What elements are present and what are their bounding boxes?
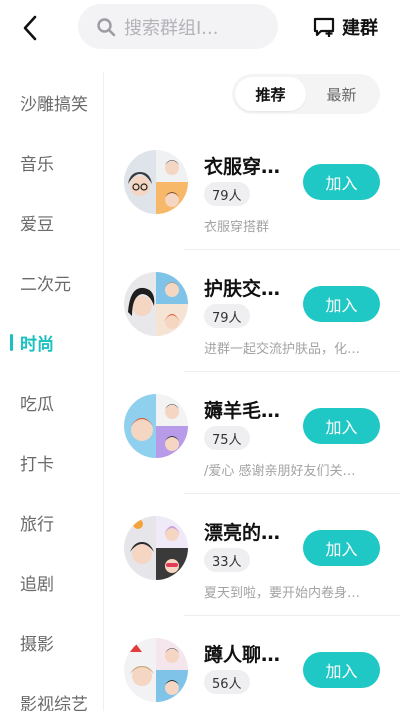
sidebar-item-anime[interactable]: 二次元 <box>0 252 103 312</box>
sidebar-item-label: 音乐 <box>20 154 54 175</box>
group-name: 蹲人聊… <box>204 644 281 666</box>
create-group-label: 建群 <box>342 18 378 39</box>
list-item[interactable]: 薅羊毛… 75人 /爱心 感谢亲朋好友们关… 加入 <box>104 372 400 494</box>
header: 搜索群组I... 建群 <box>0 0 400 56</box>
search-input[interactable]: 搜索群组I... <box>78 4 278 49</box>
sidebar-item-label: 摄影 <box>20 634 54 655</box>
join-button[interactable]: 加入 <box>303 286 380 322</box>
list-item[interactable]: 护肤交… 79人 进群一起交流护肤品，化… 加入 <box>104 250 400 372</box>
sidebar-item-label: 旅行 <box>20 514 54 535</box>
join-button[interactable]: 加入 <box>303 408 380 444</box>
sidebar-item-drama[interactable]: 追剧 <box>0 552 103 612</box>
sidebar-item-label: 影视综艺 <box>20 694 88 711</box>
list-item[interactable]: 漂亮的… 33人 夏天到啦，要开始内卷身… 加入 <box>104 494 400 616</box>
group-avatar <box>124 394 188 458</box>
group-avatar <box>124 516 188 580</box>
sidebar-item-funny[interactable]: 沙雕搞笑 <box>0 72 103 132</box>
list-item[interactable]: 衣服穿… 79人 衣服穿搭群 加入 <box>104 128 400 250</box>
member-count-badge: 79人 <box>204 304 250 328</box>
group-name: 衣服穿… <box>204 156 281 178</box>
search-icon <box>97 17 116 36</box>
chevron-left-icon <box>23 15 37 41</box>
sidebar-item-checkin[interactable]: 打卡 <box>0 432 103 492</box>
sidebar-item-gossip[interactable]: 吃瓜 <box>0 372 103 432</box>
sidebar-item-label: 二次元 <box>20 274 71 295</box>
sidebar-item-variety[interactable]: 影视综艺 <box>0 672 103 711</box>
list-item[interactable]: 蹲人聊… 56人 加入 <box>104 616 400 711</box>
join-button[interactable]: 加入 <box>303 530 380 566</box>
sidebar-item-fashion[interactable]: 时尚 <box>0 312 103 372</box>
sidebar-item-label: 爱豆 <box>20 214 54 235</box>
member-count-badge: 33人 <box>204 548 250 572</box>
member-count-badge: 56人 <box>204 670 250 694</box>
back-button[interactable] <box>14 12 46 44</box>
group-list: 衣服穿… 79人 衣服穿搭群 加入 护肤交… 79人 进群一起交流护肤品，化… … <box>104 128 400 711</box>
group-description: 夏天到啦，要开始内卷身… <box>204 586 361 601</box>
sidebar-item-music[interactable]: 音乐 <box>0 132 103 192</box>
member-count-badge: 79人 <box>204 182 250 206</box>
join-button[interactable]: 加入 <box>303 164 380 200</box>
group-description: /爱心 感谢亲朋好友们关… <box>204 464 356 479</box>
group-avatar <box>124 638 188 702</box>
sort-toggle: 推荐 最新 <box>232 74 380 114</box>
member-count-badge: 75人 <box>204 426 250 450</box>
group-avatar <box>124 272 188 336</box>
sidebar-item-label: 打卡 <box>20 454 54 475</box>
group-name: 薅羊毛… <box>204 400 281 422</box>
join-button[interactable]: 加入 <box>303 652 380 688</box>
sidebar-item-label: 时尚 <box>20 334 54 355</box>
search-placeholder: 搜索群组I... <box>124 17 219 39</box>
add-chat-icon <box>313 17 335 37</box>
sidebar-item-label: 追剧 <box>20 574 54 595</box>
sidebar-item-label: 吃瓜 <box>20 394 54 415</box>
sidebar-item-idol[interactable]: 爱豆 <box>0 192 103 252</box>
group-description: 进群一起交流护肤品，化… <box>204 342 361 357</box>
group-name: 护肤交… <box>204 278 281 300</box>
create-group-button[interactable]: 建群 <box>312 13 378 41</box>
sidebar-item-travel[interactable]: 旅行 <box>0 492 103 552</box>
group-avatar <box>124 150 188 214</box>
group-name: 漂亮的… <box>204 522 281 544</box>
group-description: 衣服穿搭群 <box>204 220 270 235</box>
sidebar-item-label: 沙雕搞笑 <box>20 94 88 115</box>
category-sidebar: 沙雕搞笑 音乐 爱豆 二次元 时尚 吃瓜 打卡 旅行 追剧 摄影 影视综艺 <box>0 72 104 711</box>
tab-recommend[interactable]: 推荐 <box>235 77 306 111</box>
tab-latest[interactable]: 最新 <box>306 77 377 111</box>
sidebar-item-photography[interactable]: 摄影 <box>0 612 103 672</box>
